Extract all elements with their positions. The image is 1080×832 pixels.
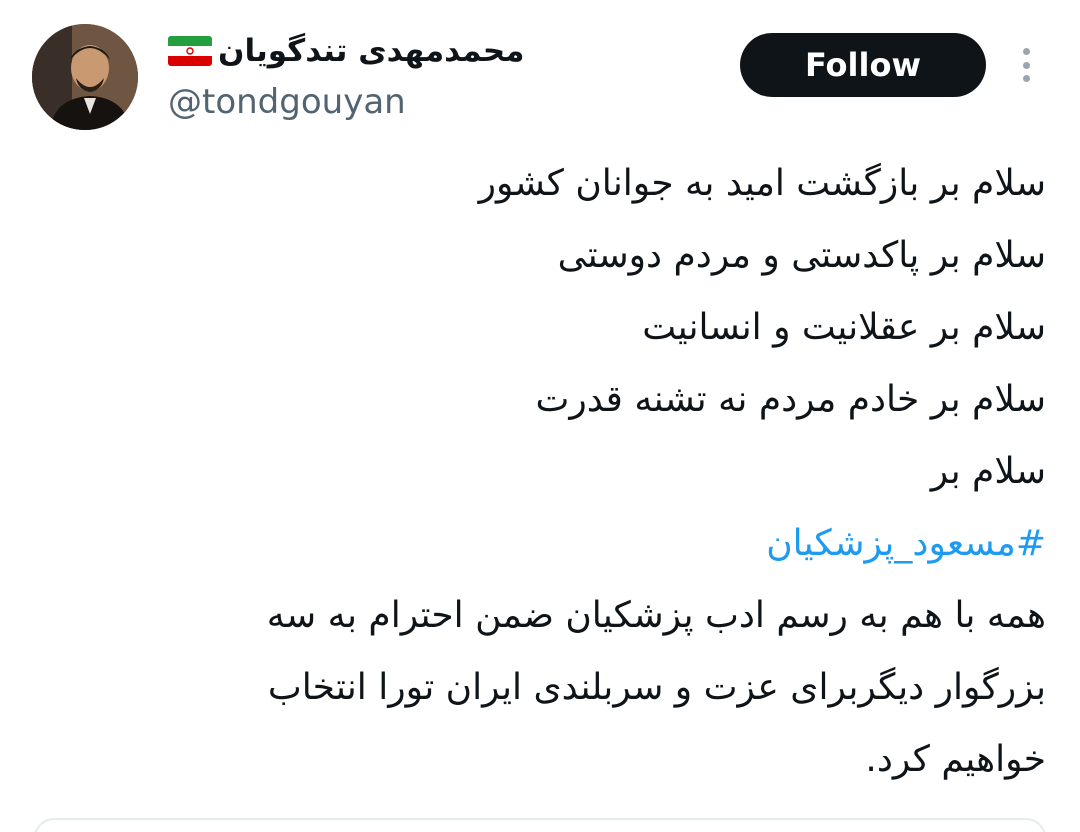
author-display-name[interactable]: محمدمهدی تندگویان: [218, 33, 524, 69]
tweet-line: سلام بر عقلانیت و انسانیت: [642, 307, 1046, 348]
avatar[interactable]: [32, 24, 138, 130]
tweet-line: سلام بر بازگشت امید به جوانان کشور: [478, 163, 1046, 204]
tweet-line: سلام بر خادم مردم نه تشنه قدرت: [535, 379, 1047, 420]
display-name-row: محمدمهدی تندگویان: [168, 26, 524, 76]
more-vertical-icon[interactable]: [1012, 44, 1040, 86]
author-handle[interactable]: @tondgouyan: [168, 82, 406, 122]
tweet-line: سلام بر پاکدستی و مردم دوستی: [557, 235, 1046, 276]
embedded-card[interactable]: [34, 818, 1046, 832]
iran-flag-icon: [168, 36, 212, 66]
tweet-text: سلام بر بازگشت امید به جوانان کشور سلام …: [86, 148, 1046, 796]
tweet-line: بزرگوار دیگربرای عزت و سربلندی ایران تور…: [267, 667, 1046, 708]
tweet-line: سلام بر: [930, 451, 1046, 492]
tweet-line: خواهیم کرد.: [865, 739, 1046, 780]
tweet-line: همه با هم به رسم ادب پزشکیان ضمن احترام …: [266, 595, 1046, 636]
follow-button[interactable]: Follow: [740, 33, 986, 97]
hashtag-link[interactable]: #مسعود_پزشکیان: [86, 508, 1046, 580]
